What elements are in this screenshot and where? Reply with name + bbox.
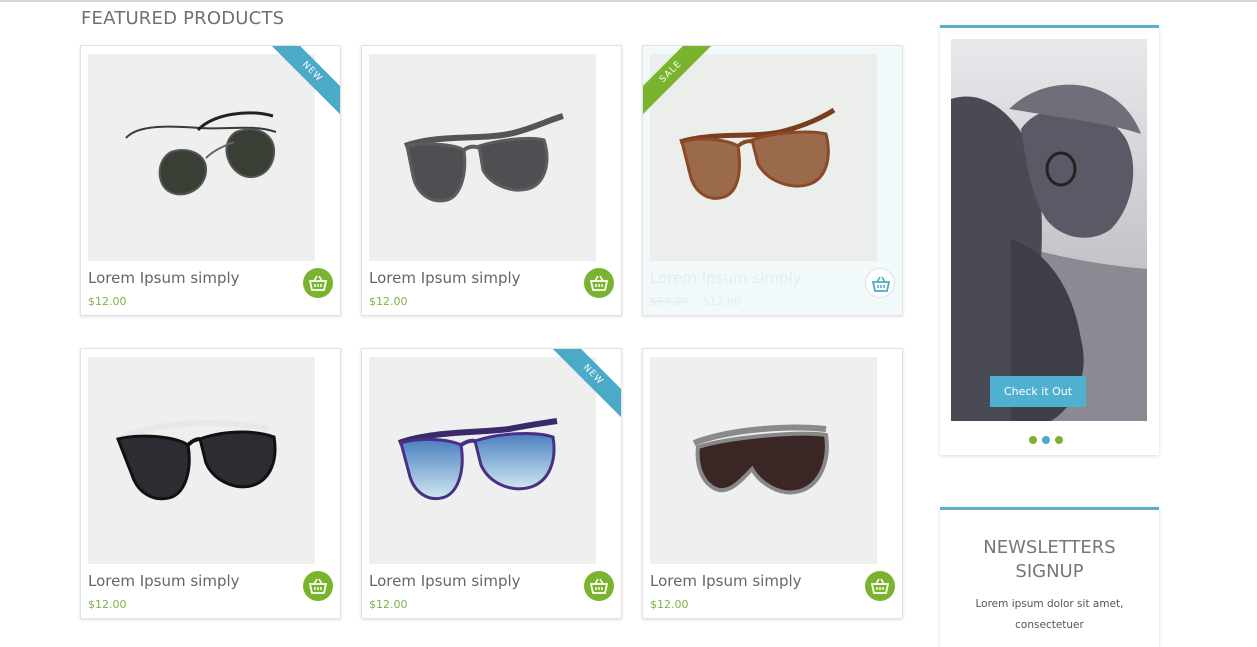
- section-title: FEATURED PRODUCTS: [81, 8, 285, 29]
- product-card[interactable]: NEW Lorem Ipsum simply $12.00: [80, 45, 341, 316]
- newsletter-text: Lorem ipsum dolor sit amet, consectetuer: [975, 598, 1124, 631]
- newsletter-box: NEWSLETTERS SIGNUP Lorem ipsum dolor sit…: [940, 507, 1159, 647]
- product-image[interactable]: [88, 357, 315, 564]
- carousel-dot[interactable]: [1055, 436, 1063, 444]
- basket-icon: [871, 578, 889, 594]
- add-to-cart-button[interactable]: [303, 571, 333, 601]
- product-price: $12.00: [702, 295, 742, 308]
- check-it-out-button[interactable]: Check it Out: [990, 376, 1086, 407]
- carousel-dot[interactable]: [1042, 436, 1050, 444]
- promo-photo: [951, 39, 1147, 421]
- product-price: $12.00: [650, 598, 689, 611]
- product-price: $12.00: [369, 598, 408, 611]
- product-card[interactable]: Lorem Ipsum simply $12.00: [642, 348, 903, 619]
- add-to-cart-button[interactable]: [865, 268, 895, 298]
- basket-icon: [590, 275, 608, 291]
- product-price-group: $50.00 $12.00: [650, 295, 741, 308]
- carousel-dot[interactable]: [1029, 436, 1037, 444]
- product-name[interactable]: Lorem Ipsum simply: [88, 269, 240, 287]
- product-name[interactable]: Lorem Ipsum simply: [369, 572, 521, 590]
- newsletter-title: NEWSLETTERS SIGNUP: [983, 537, 1116, 582]
- promo-banner: Check it Out: [940, 25, 1159, 455]
- top-divider: [0, 0, 1257, 2]
- add-to-cart-button[interactable]: [584, 268, 614, 298]
- product-image[interactable]: [88, 54, 315, 261]
- product-card[interactable]: Lorem Ipsum simply $12.00: [80, 348, 341, 619]
- basket-icon: [309, 275, 327, 291]
- basket-icon: [590, 578, 608, 594]
- add-to-cart-button[interactable]: [865, 571, 895, 601]
- product-price: $12.00: [88, 295, 127, 308]
- basket-icon: [309, 578, 327, 594]
- product-card[interactable]: Lorem Ipsum simply $12.00: [361, 45, 622, 316]
- product-image[interactable]: [650, 357, 877, 564]
- product-image[interactable]: [369, 357, 596, 564]
- product-image[interactable]: [650, 54, 877, 261]
- product-price: $12.00: [369, 295, 408, 308]
- old-price: $50.00: [650, 295, 689, 308]
- product-name[interactable]: Lorem Ipsum simply: [369, 269, 521, 287]
- product-name[interactable]: Lorem Ipsum simply: [650, 572, 802, 590]
- add-to-cart-button[interactable]: [584, 571, 614, 601]
- product-name[interactable]: Lorem Ipsum simply: [650, 269, 802, 287]
- product-card[interactable]: NEW Lorem Ipsum simply $12.00: [361, 348, 622, 619]
- add-to-cart-button[interactable]: [303, 268, 333, 298]
- product-card[interactable]: SALE Lorem Ipsum simply $50.00 $12.00: [642, 45, 903, 316]
- product-price: $12.00: [88, 598, 127, 611]
- basket-icon: [872, 276, 890, 292]
- product-image[interactable]: [369, 54, 596, 261]
- product-name[interactable]: Lorem Ipsum simply: [88, 572, 240, 590]
- carousel-dots: [1029, 429, 1068, 444]
